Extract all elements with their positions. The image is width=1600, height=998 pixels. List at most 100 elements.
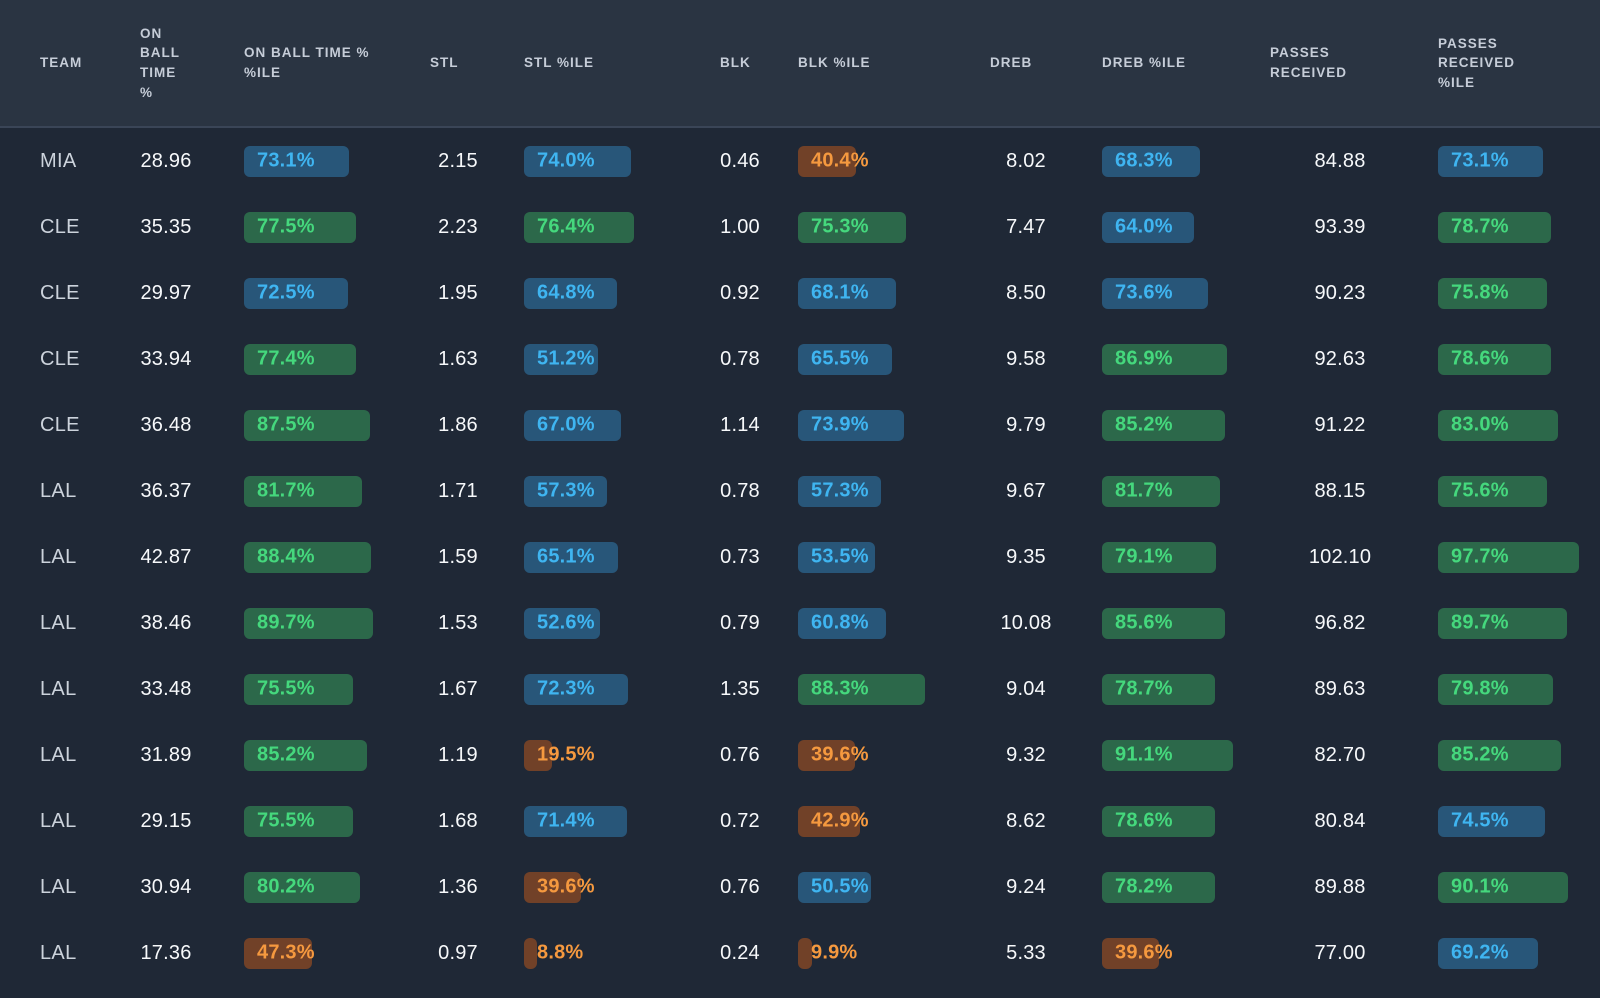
stat-value: 1.71 bbox=[438, 480, 478, 503]
table-row[interactable]: LAL42.8788.4%1.5965.1%0.7353.5%9.3579.1%… bbox=[0, 524, 1600, 590]
stat-value: 7.47 bbox=[1006, 216, 1046, 239]
cell-stl_pctile: 52.6% bbox=[524, 590, 720, 656]
cell-on_ball_time_pct: 29.15 bbox=[140, 788, 244, 854]
percentile-badge: 75.8% bbox=[1438, 278, 1588, 309]
table-row[interactable]: CLE36.4887.5%1.8667.0%1.1473.9%9.7985.2%… bbox=[0, 392, 1600, 458]
column-header-team[interactable]: TEAM bbox=[40, 0, 140, 126]
cell-on_ball_time_pct_pctile: 85.2% bbox=[244, 722, 430, 788]
column-header-passes_received_pctile[interactable]: PASSES RECEIVED %ILE bbox=[1438, 0, 1600, 126]
percentile-value: 73.9% bbox=[811, 414, 869, 437]
percentile-value: 73.1% bbox=[257, 150, 315, 173]
cell-team: LAL bbox=[40, 722, 140, 788]
stat-value: 35.35 bbox=[140, 216, 191, 239]
percentile-badge: 75.5% bbox=[244, 674, 394, 705]
cell-dreb: 8.62 bbox=[990, 788, 1102, 854]
cell-stl_pctile: 71.4% bbox=[524, 788, 720, 854]
cell-blk: 0.24 bbox=[720, 920, 798, 986]
column-header-blk[interactable]: BLK bbox=[720, 0, 798, 126]
percentile-value: 78.6% bbox=[1451, 348, 1509, 371]
percentile-badge: 67.0% bbox=[524, 410, 674, 441]
cell-dreb: 8.50 bbox=[990, 260, 1102, 326]
percentile-value: 81.7% bbox=[257, 480, 315, 503]
column-header-passes_received[interactable]: PASSES RECEIVED bbox=[1270, 0, 1438, 126]
cell-on_ball_time_pct: 30.94 bbox=[140, 854, 244, 920]
cell-passes_received: 82.70 bbox=[1270, 722, 1438, 788]
table-row[interactable]: CLE29.9772.5%1.9564.8%0.9268.1%8.5073.6%… bbox=[0, 260, 1600, 326]
percentile-badge: 88.4% bbox=[244, 542, 394, 573]
cell-blk_pctile: 60.8% bbox=[798, 590, 990, 656]
cell-dreb_pctile: 85.6% bbox=[1102, 590, 1270, 656]
percentile-value: 39.6% bbox=[811, 744, 869, 767]
percentile-badge: 75.5% bbox=[244, 806, 394, 837]
percentile-badge: 89.7% bbox=[1438, 608, 1588, 639]
table-row[interactable]: LAL36.3781.7%1.7157.3%0.7857.3%9.6781.7%… bbox=[0, 458, 1600, 524]
cell-dreb: 8.02 bbox=[990, 128, 1102, 194]
stat-value: 28.96 bbox=[140, 150, 191, 173]
percentile-value: 85.2% bbox=[1115, 414, 1173, 437]
column-header-on_ball_time_pct_pctile[interactable]: ON BALL TIME % %ILE bbox=[244, 0, 430, 126]
percentile-value: 65.1% bbox=[537, 546, 595, 569]
percentile-badge: 73.1% bbox=[244, 146, 394, 177]
cell-passes_received_pctile: 75.8% bbox=[1438, 260, 1600, 326]
cell-stl: 2.15 bbox=[430, 128, 524, 194]
percentile-value: 52.6% bbox=[537, 612, 595, 635]
table-row[interactable]: LAL38.4689.7%1.5352.6%0.7960.8%10.0885.6… bbox=[0, 590, 1600, 656]
table-row[interactable]: LAL29.1575.5%1.6871.4%0.7242.9%8.6278.6%… bbox=[0, 788, 1600, 854]
percentile-badge: 47.3% bbox=[244, 938, 394, 969]
percentile-value: 71.4% bbox=[537, 810, 595, 833]
percentile-value: 89.7% bbox=[1451, 612, 1509, 635]
stat-value: 89.63 bbox=[1314, 678, 1365, 701]
stat-value: 1.53 bbox=[438, 612, 478, 635]
column-header-dreb[interactable]: DREB bbox=[990, 0, 1102, 126]
column-header-stl_pctile[interactable]: STL %ILE bbox=[524, 0, 720, 126]
column-header-blk_pctile[interactable]: BLK %ILE bbox=[798, 0, 990, 126]
table-row[interactable]: LAL17.3647.3%0.978.8%0.249.9%5.3339.6%77… bbox=[0, 920, 1600, 986]
stat-value: 93.39 bbox=[1314, 216, 1365, 239]
percentile-badge: 64.8% bbox=[524, 278, 674, 309]
percentile-badge: 74.0% bbox=[524, 146, 674, 177]
column-header-stl[interactable]: STL bbox=[430, 0, 524, 126]
cell-passes_received_pctile: 89.7% bbox=[1438, 590, 1600, 656]
percentile-value: 78.7% bbox=[1451, 216, 1509, 239]
cell-dreb_pctile: 64.0% bbox=[1102, 194, 1270, 260]
table-row[interactable]: MIA28.9673.1%2.1574.0%0.4640.4%8.0268.3%… bbox=[0, 128, 1600, 194]
stat-value: 1.68 bbox=[438, 810, 478, 833]
table-row[interactable]: CLE35.3577.5%2.2376.4%1.0075.3%7.4764.0%… bbox=[0, 194, 1600, 260]
stat-value: 0.72 bbox=[720, 810, 760, 833]
cell-blk: 0.76 bbox=[720, 854, 798, 920]
percentile-badge: 78.6% bbox=[1102, 806, 1252, 837]
percentile-badge: 85.2% bbox=[1438, 740, 1588, 771]
table-row[interactable]: CLE33.9477.4%1.6351.2%0.7865.5%9.5886.9%… bbox=[0, 326, 1600, 392]
percentile-value: 97.7% bbox=[1451, 546, 1509, 569]
percentile-badge: 72.3% bbox=[524, 674, 674, 705]
cell-dreb: 5.33 bbox=[990, 920, 1102, 986]
percentile-badge: 73.1% bbox=[1438, 146, 1588, 177]
table-row[interactable]: LAL33.4875.5%1.6772.3%1.3588.3%9.0478.7%… bbox=[0, 656, 1600, 722]
stat-value: 42.87 bbox=[140, 546, 191, 569]
stats-table-app: TEAMON BALL TIME %ON BALL TIME % %ILESTL… bbox=[0, 0, 1600, 998]
cell-blk: 0.92 bbox=[720, 260, 798, 326]
table-row[interactable]: LAL31.8985.2%1.1919.5%0.7639.6%9.3291.1%… bbox=[0, 722, 1600, 788]
stat-value: 31.89 bbox=[140, 744, 191, 767]
table-row[interactable]: LAL30.9480.2%1.3639.6%0.7650.5%9.2478.2%… bbox=[0, 854, 1600, 920]
percentile-value: 65.5% bbox=[811, 348, 869, 371]
percentile-value: 64.8% bbox=[537, 282, 595, 305]
column-header-label: PASSES RECEIVED bbox=[1270, 43, 1370, 82]
stat-value: 9.24 bbox=[1006, 876, 1046, 899]
percentile-value: 68.1% bbox=[811, 282, 869, 305]
percentile-value: 8.8% bbox=[537, 942, 583, 965]
cell-blk: 0.78 bbox=[720, 458, 798, 524]
percentile-value: 80.2% bbox=[257, 876, 315, 899]
column-header-on_ball_time_pct[interactable]: ON BALL TIME % bbox=[140, 0, 244, 126]
column-header-dreb_pctile[interactable]: DREB %ILE bbox=[1102, 0, 1270, 126]
cell-blk_pctile: 40.4% bbox=[798, 128, 990, 194]
cell-team: LAL bbox=[40, 788, 140, 854]
cell-dreb: 9.32 bbox=[990, 722, 1102, 788]
stat-value: 1.35 bbox=[720, 678, 760, 701]
percentile-badge: 53.5% bbox=[798, 542, 948, 573]
cell-dreb_pctile: 91.1% bbox=[1102, 722, 1270, 788]
cell-on_ball_time_pct: 17.36 bbox=[140, 920, 244, 986]
cell-on_ball_time_pct: 31.89 bbox=[140, 722, 244, 788]
percentile-badge: 50.5% bbox=[798, 872, 948, 903]
stat-value: 9.67 bbox=[1006, 480, 1046, 503]
